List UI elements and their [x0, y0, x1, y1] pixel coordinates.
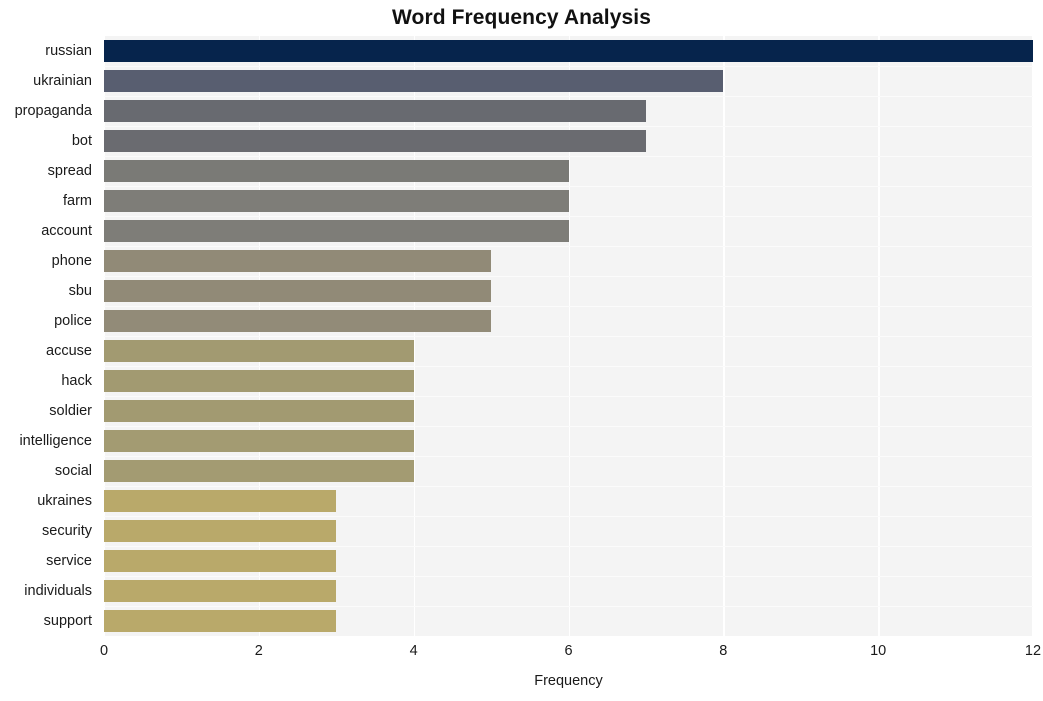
y-axis-tick-label: police [54, 313, 92, 329]
bar[interactable] [104, 130, 646, 152]
y-axis-tick-label: social [54, 463, 92, 479]
gridline-horizontal [104, 276, 1033, 277]
gridline-horizontal [104, 426, 1033, 427]
gridline-horizontal [104, 156, 1033, 157]
y-axis-tick-label: phone [51, 253, 92, 269]
gridline-horizontal [104, 186, 1033, 187]
y-axis-tick-label: sbu [68, 283, 92, 299]
bar[interactable] [104, 40, 1033, 62]
bar[interactable] [104, 520, 337, 542]
bar[interactable] [104, 610, 337, 632]
y-axis-tick-label: individuals [24, 583, 92, 599]
bar[interactable] [104, 280, 492, 302]
y-axis-tick-label: intelligence [19, 433, 92, 449]
gridline-horizontal [104, 306, 1033, 307]
y-axis-tick-label: soldier [49, 403, 92, 419]
y-axis-tick-label: support [43, 613, 92, 629]
bar[interactable] [104, 310, 492, 332]
bar[interactable] [104, 70, 724, 92]
y-axis-tick-label: service [46, 553, 92, 569]
bar[interactable] [104, 160, 569, 182]
y-axis-tick-label: russian [45, 43, 92, 59]
gridline-horizontal [104, 96, 1033, 97]
x-axis-tick-label: 2 [254, 643, 263, 659]
gridline-horizontal [104, 456, 1033, 457]
gridline-horizontal [104, 576, 1033, 577]
gridline-horizontal [104, 66, 1033, 67]
x-axis-tick-label: 0 [99, 643, 109, 659]
page-title: Word Frequency Analysis [391, 6, 652, 29]
gridline-horizontal [104, 396, 1033, 397]
x-axis-title: Frequency [534, 673, 603, 689]
y-axis-tick-label: bot [71, 133, 92, 149]
bar[interactable] [104, 100, 646, 122]
bar[interactable] [104, 190, 569, 212]
bar[interactable] [104, 580, 337, 602]
x-axis-tick-label: 10 [870, 643, 887, 659]
x-axis-tick-label: 12 [1024, 643, 1042, 659]
bar[interactable] [104, 490, 337, 512]
bar[interactable] [104, 220, 569, 242]
x-axis-tick-label: 8 [719, 643, 728, 659]
gridline-horizontal [104, 546, 1033, 547]
y-axis-tick-labels: russian ukrainian propaganda bot spread farm a… [0, 36, 98, 636]
gridline-horizontal [104, 516, 1033, 517]
y-axis-tick-label: account [41, 223, 92, 239]
bar[interactable] [104, 340, 414, 362]
y-axis-tick-label: ukraines [37, 493, 92, 509]
gridline-horizontal [104, 336, 1033, 337]
y-axis-tick-label: ukrainian [33, 73, 92, 89]
y-axis-tick-label: farm [63, 193, 92, 209]
bar[interactable] [104, 550, 337, 572]
gridline-horizontal [104, 606, 1033, 607]
gridline-horizontal [104, 246, 1033, 247]
y-axis-tick-label: propaganda [14, 103, 92, 119]
x-axis-tick-label: 4 [409, 643, 418, 659]
chart-figure: Word Frequency Analysis russian ukrainian… [0, 0, 1043, 701]
gridline-horizontal [104, 486, 1033, 487]
bar[interactable] [104, 370, 414, 392]
bar[interactable] [104, 400, 414, 422]
y-axis-tick-label: spread [47, 163, 92, 179]
gridline-horizontal [104, 216, 1033, 217]
y-axis-tick-label: security [42, 523, 92, 539]
gridline-horizontal [104, 366, 1033, 367]
x-axis-tick-labels: 0 2 4 6 8 10 12 [100, 641, 1041, 665]
x-axis-tick-label: 6 [564, 643, 573, 659]
gridline-horizontal [104, 126, 1033, 127]
bar[interactable] [104, 430, 414, 452]
plot-area [104, 36, 1033, 636]
y-axis-tick-label: accuse [46, 343, 92, 359]
y-axis-tick-label: hack [61, 373, 92, 389]
bar[interactable] [104, 250, 492, 272]
bar[interactable] [104, 460, 414, 482]
